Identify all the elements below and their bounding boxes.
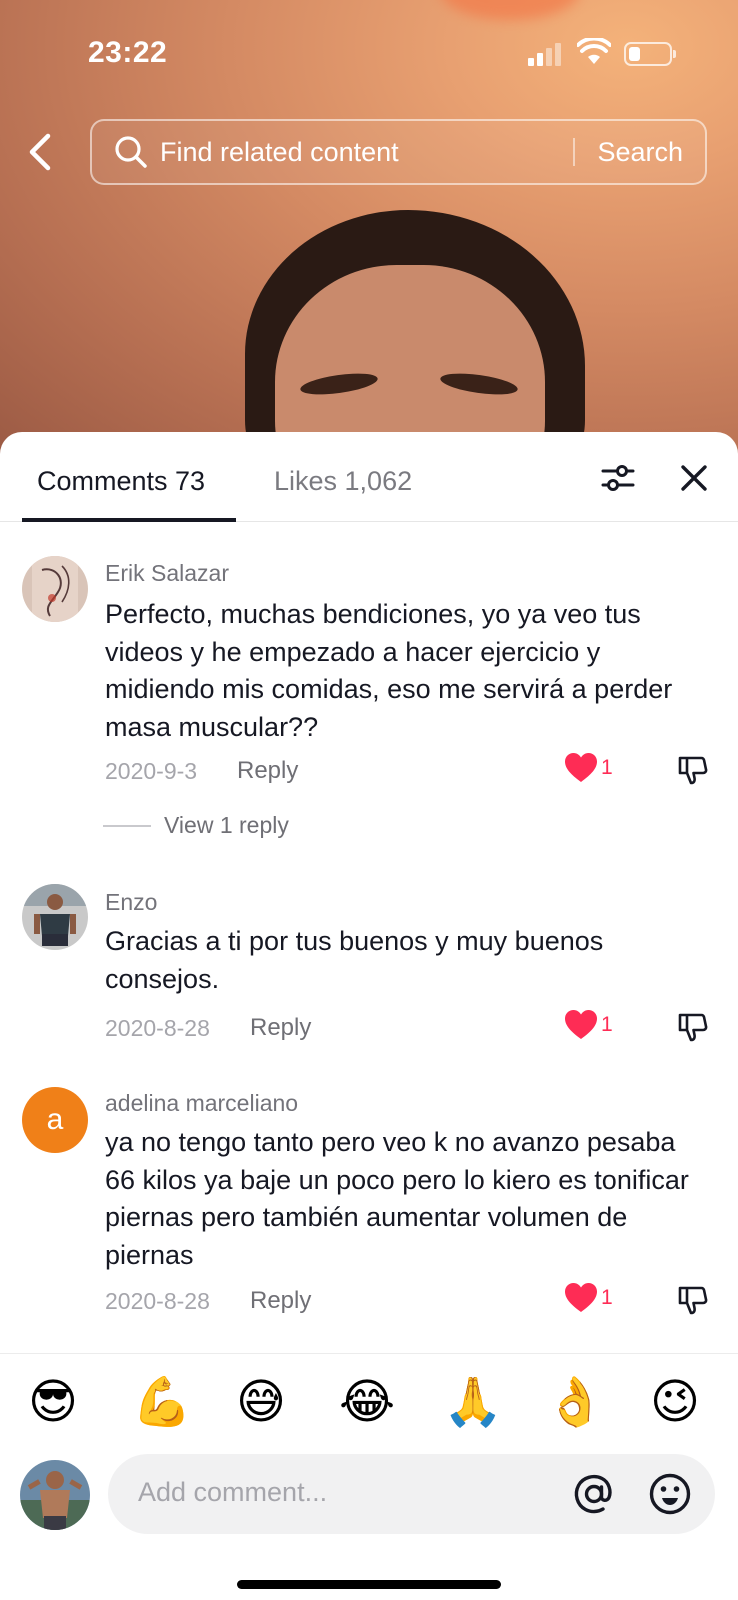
search-button[interactable]: Search [575,137,705,168]
dislike-icon[interactable] [677,1284,709,1316]
avatar[interactable]: a [22,1087,88,1153]
battery-icon [624,42,676,66]
view-replies-button[interactable]: View 1 reply [103,812,289,839]
comment-text: ya no tengo tanto pero veo k no avanzo p… [105,1127,689,1270]
at-icon[interactable] [572,1472,616,1516]
avatar-image [22,556,88,622]
close-icon[interactable] [678,462,710,494]
emoji-winking-button[interactable]: 😉 [650,1374,700,1430]
comment-composer: 😎 💪 😅 😂 🙏 👌 😉 Add comment... [0,1353,738,1600]
emoji-tears-of-joy-button[interactable]: 😂 [339,1374,395,1430]
emoji-grinning-sweat-button[interactable]: 😅 [236,1374,286,1430]
like-count: 1 [601,756,613,779]
avatar[interactable] [22,884,88,950]
reply-button[interactable]: Reply [250,1287,311,1315]
tab-likes[interactable]: Likes 1,062 [274,466,412,497]
tab-bar: Comments 73 Likes 1,062 [0,432,738,522]
dislike-icon[interactable] [677,1011,709,1043]
heart-icon [565,753,597,782]
comment-date: 2020-8-28 [105,1015,210,1041]
wifi-icon [577,38,611,64]
heart-icon [565,1010,597,1039]
comment-text: Perfecto, muchas bendiciones, yo ya veo … [105,599,673,742]
like-count: 1 [601,1013,613,1036]
like-button[interactable]: 1 [564,752,613,784]
active-tab-indicator [22,518,236,522]
comment-text: Gracias a ti por tus buenos y muy buenos… [105,926,604,994]
comment-input-placeholder[interactable]: Add comment... [138,1477,327,1508]
search-bar[interactable]: Find related content Search [90,119,707,185]
avatar[interactable] [22,556,88,622]
like-button[interactable]: 1 [564,1282,613,1314]
home-indicator [237,1580,501,1589]
reply-button[interactable]: Reply [250,1014,311,1042]
comment-input[interactable]: Add comment... [108,1454,715,1534]
video-person-face [275,265,545,460]
view-replies-label: View 1 reply [164,812,289,838]
comment-username[interactable]: Erik Salazar [105,560,229,587]
comment-username[interactable]: adelina marceliano [105,1090,298,1117]
status-time: 23:22 [88,36,168,69]
avatar-image [22,884,88,950]
reply-button[interactable]: Reply [237,757,298,785]
avatar-image [20,1460,90,1530]
filter-icon[interactable] [600,460,636,496]
search-icon [115,136,147,168]
like-button[interactable]: 1 [564,1009,613,1041]
quick-emoji-bar: 😎 💪 😅 😂 🙏 👌 😉 [0,1374,738,1434]
my-avatar[interactable] [20,1460,90,1530]
emoji-flexed-biceps-button[interactable]: 💪 [132,1374,192,1430]
comment-username[interactable]: Enzo [105,889,157,916]
tab-comments[interactable]: Comments 73 [37,466,205,497]
emoji-folded-hands-button[interactable]: 🙏 [443,1374,503,1430]
search-input[interactable]: Find related content [160,137,573,168]
emoji-icon[interactable] [648,1472,692,1516]
light-glow [440,0,580,20]
emoji-ok-hand-button[interactable]: 👌 [545,1374,605,1430]
heart-icon [565,1283,597,1312]
like-count: 1 [601,1286,613,1309]
cellular-signal-icon [528,42,561,66]
back-icon[interactable] [22,130,60,174]
comment-date: 2020-9-3 [105,758,198,784]
status-bar: 23:22 [0,28,738,80]
replies-line [103,824,151,827]
emoji-sunglasses-button[interactable]: 😎 [28,1374,78,1430]
comment-date: 2020-8-28 [105,1288,210,1314]
dislike-icon[interactable] [677,754,709,786]
